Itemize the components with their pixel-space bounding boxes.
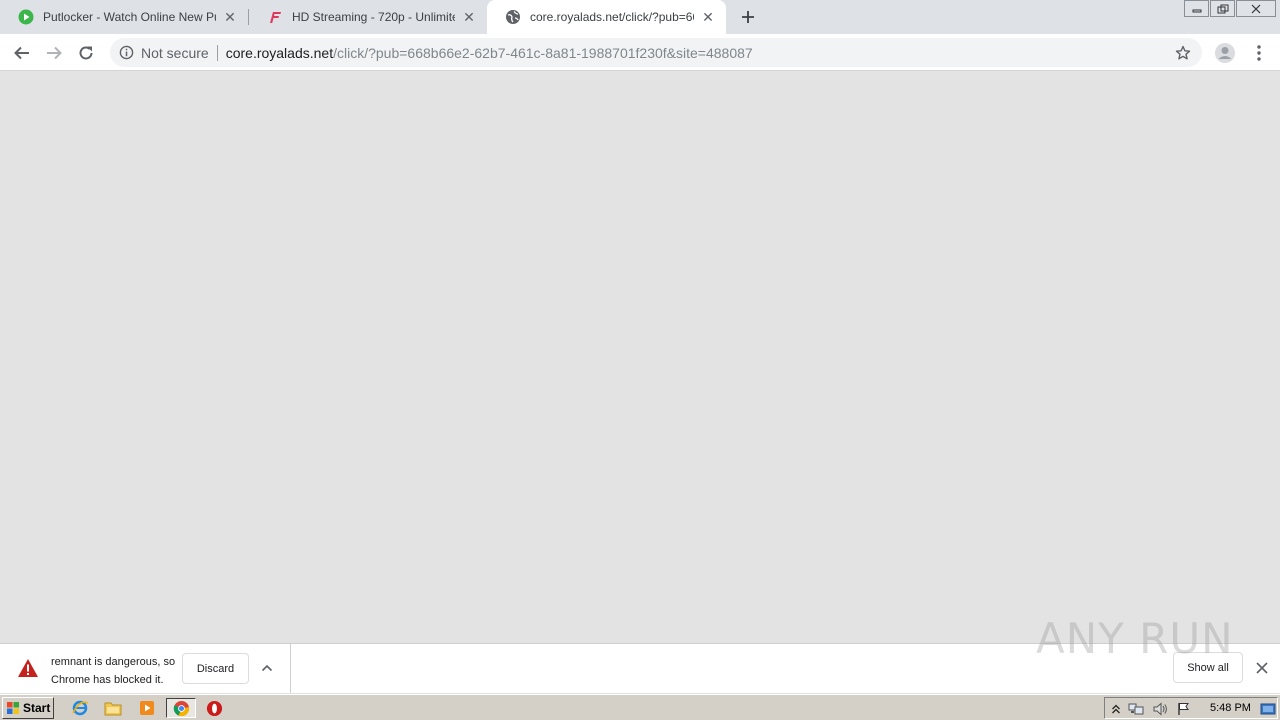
download-item: remnant is dangerous, so Chrome has bloc… (0, 644, 291, 693)
windows-flag-icon (7, 702, 19, 714)
close-tab-icon[interactable]: ✕ (700, 9, 716, 25)
browser-toolbar: Not secure core.royalads.net/click/?pub=… (0, 34, 1280, 71)
security-label[interactable]: Not secure (141, 45, 209, 61)
close-download-bar-icon[interactable] (1252, 658, 1272, 678)
warning-icon (18, 659, 38, 677)
tab-title: Putlocker - Watch Online New Putlocker M… (43, 10, 216, 24)
back-arrow-icon (14, 46, 29, 60)
taskbar-clock[interactable]: 5:48 PM (1210, 702, 1251, 714)
opera-icon[interactable] (203, 698, 225, 718)
download-bar: remnant is dangerous, so Chrome has bloc… (0, 643, 1280, 693)
action-center-flag-icon[interactable] (1176, 701, 1192, 717)
forward-button[interactable] (40, 39, 68, 67)
url-host: core.royalads.net (225, 44, 334, 61)
windows-taskbar: Start 5:48 PM (0, 694, 1280, 720)
chrome-icon[interactable] (166, 698, 196, 718)
tab-strip: Putlocker - Watch Online New Putlocker M… (0, 0, 1280, 34)
show-hidden-icons-icon[interactable] (1108, 701, 1124, 717)
page-content[interactable] (0, 72, 1280, 643)
url-path: /click/?pub=668b66e2-62b7-461c-8a81-1988… (333, 44, 753, 61)
discard-button[interactable]: Discard (182, 653, 249, 684)
system-tray: 5:48 PM (1104, 697, 1278, 719)
address-bar[interactable]: Not secure core.royalads.net/click/?pub=… (110, 38, 1202, 67)
bookmark-star-icon[interactable] (1170, 40, 1196, 66)
media-player-icon[interactable] (136, 698, 158, 718)
close-tab-icon[interactable]: ✕ (461, 9, 477, 25)
ie-icon[interactable] (69, 698, 91, 718)
close-icon[interactable] (1236, 0, 1276, 17)
download-message-line: Chrome has blocked it. (51, 674, 164, 686)
restore-icon[interactable] (1210, 0, 1235, 17)
reload-icon (79, 46, 93, 60)
new-tab-button[interactable] (737, 6, 759, 28)
tab-title: core.royalads.net/click/?pub=668b66e2-62… (530, 10, 694, 24)
volume-icon[interactable] (1152, 701, 1168, 717)
omnibox-divider (216, 44, 218, 61)
window-controls (1183, 0, 1276, 18)
url-text[interactable]: core.royalads.net/click/?pub=668b66e2-62… (226, 45, 753, 61)
tab-royalads[interactable]: core.royalads.net/click/?pub=668b66e2-62… (487, 0, 726, 34)
download-message: remnant is dangerous, so Chrome has bloc… (51, 653, 179, 689)
tab-putlocker[interactable]: Putlocker - Watch Online New Putlocker M… (0, 0, 248, 34)
tab-hd-streaming[interactable]: HD Streaming - 720p - Unlimited Download… (249, 0, 487, 34)
profile-avatar-icon[interactable] (1213, 41, 1237, 65)
back-button[interactable] (8, 39, 36, 67)
start-button[interactable]: Start (2, 697, 54, 719)
chevron-up-icon[interactable] (258, 660, 276, 676)
play-icon (18, 9, 34, 25)
info-icon[interactable] (118, 45, 134, 61)
download-message-line: remnant is dangerous, so (51, 656, 176, 668)
minimize-icon[interactable] (1184, 0, 1209, 17)
globe-icon (505, 9, 521, 25)
start-label: Start (23, 701, 51, 715)
reload-button[interactable] (72, 39, 100, 67)
network-icon[interactable] (1128, 701, 1144, 717)
f-logo-icon (267, 9, 283, 25)
close-tab-icon[interactable]: ✕ (222, 9, 238, 25)
show-desktop-icon[interactable] (1260, 701, 1276, 717)
show-all-button[interactable]: Show all (1173, 652, 1243, 683)
explorer-icon[interactable] (102, 698, 124, 718)
tab-title: HD Streaming - 720p - Unlimited Download… (292, 10, 455, 24)
forward-arrow-icon (47, 46, 62, 60)
menu-kebab-icon[interactable] (1247, 41, 1271, 65)
